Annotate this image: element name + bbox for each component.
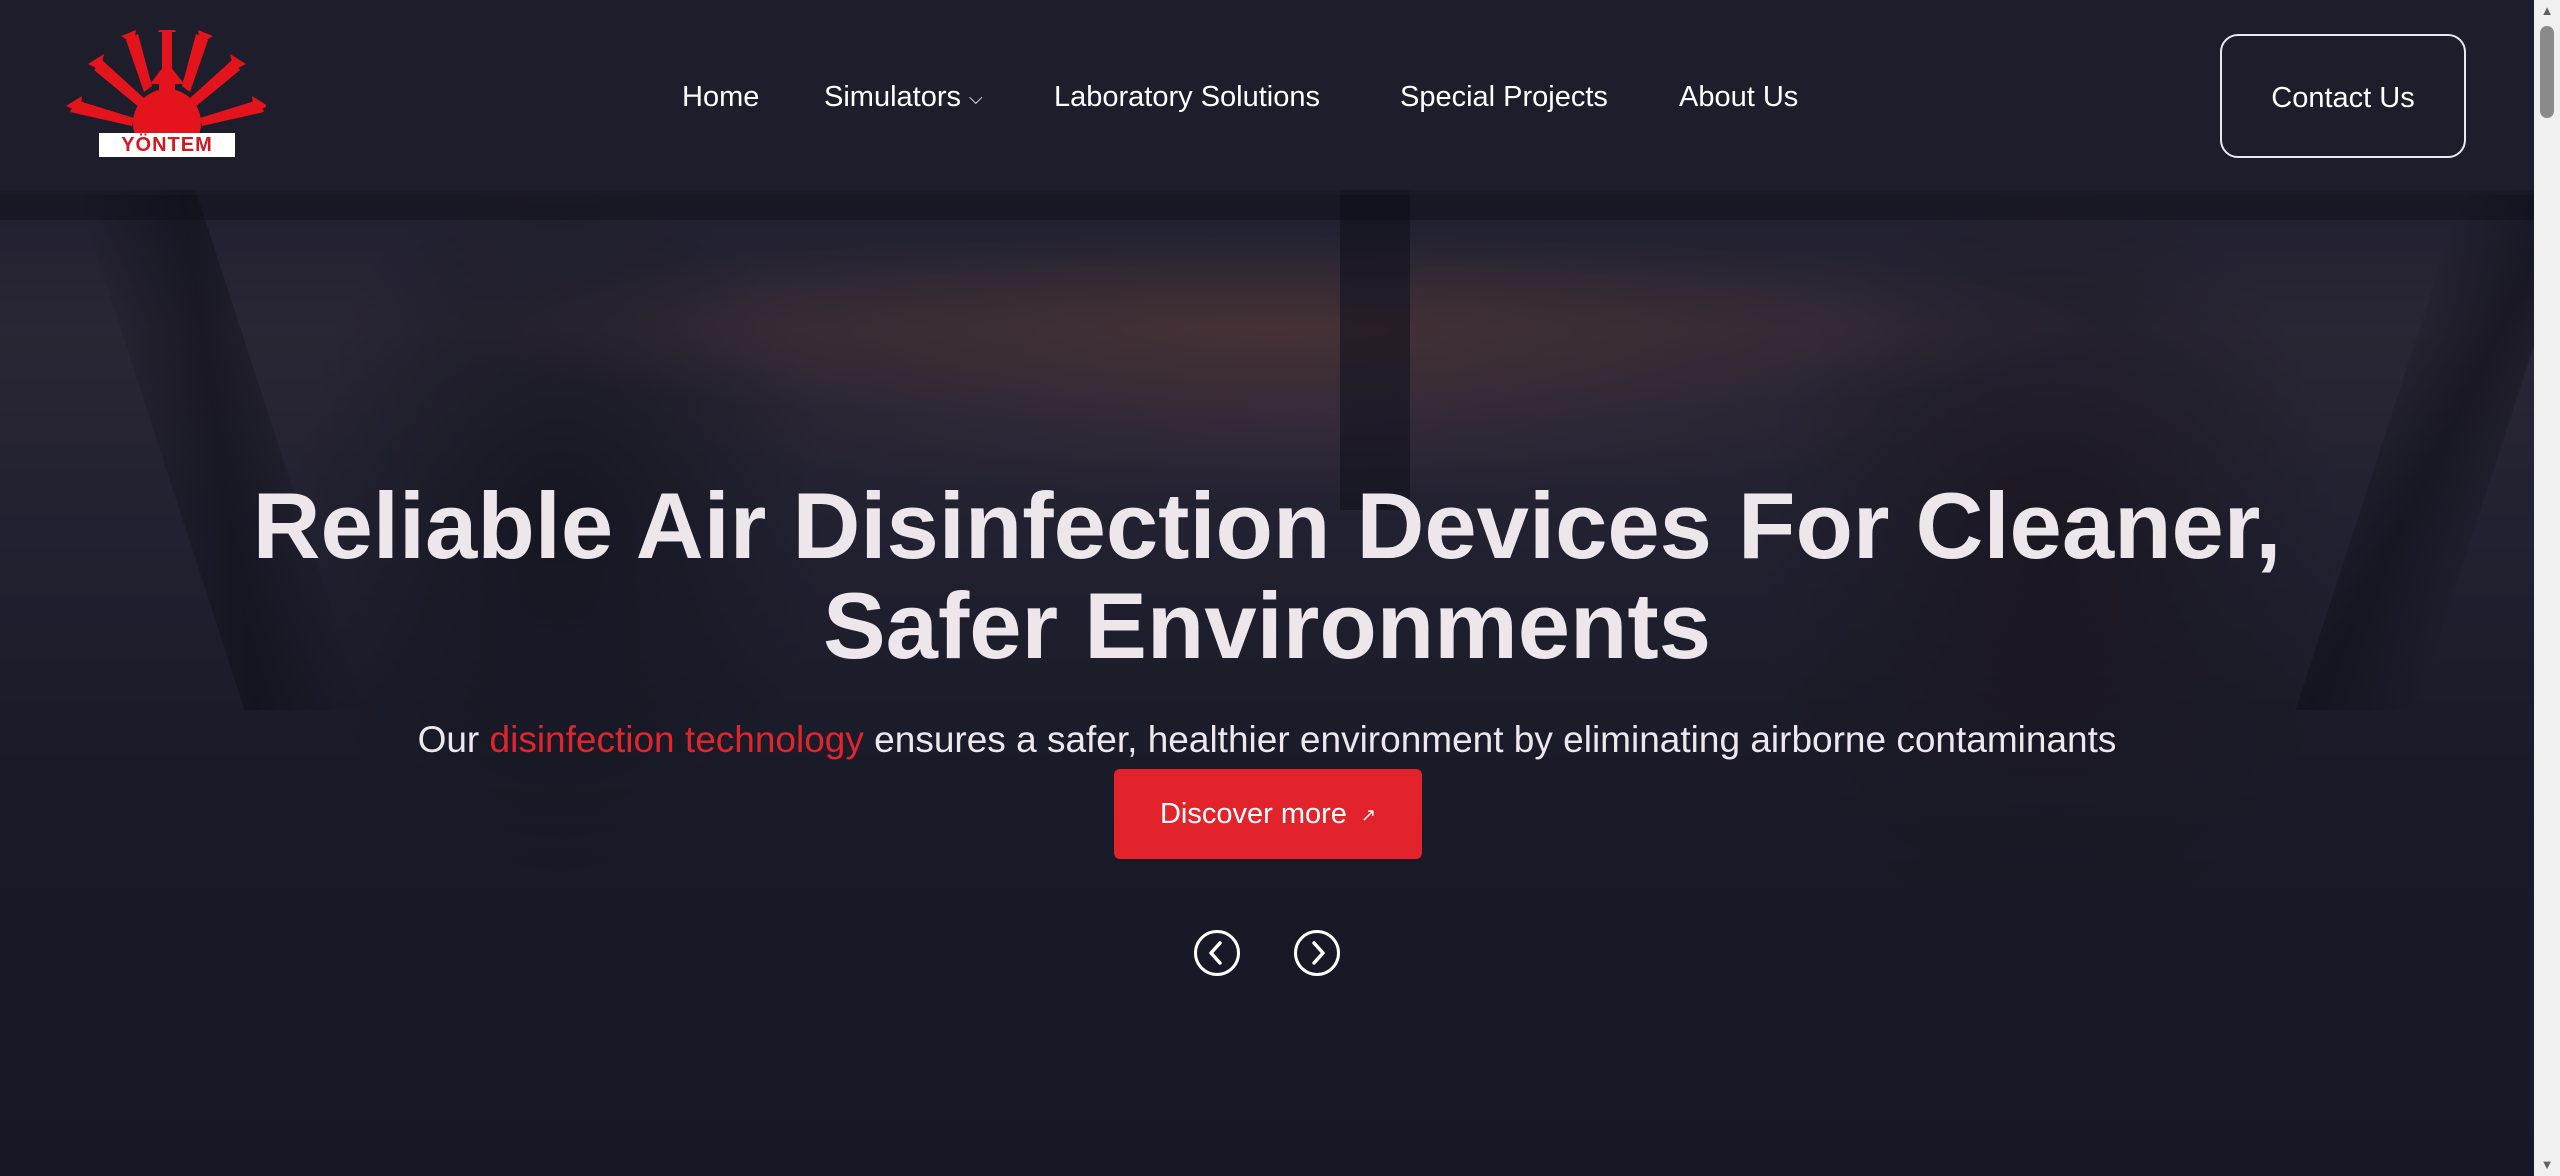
chevron-left-circle-icon	[1209, 941, 1222, 965]
discover-more-label: Discover more	[1159, 798, 1347, 830]
logo-wordmark: YÖNTEM	[99, 133, 235, 157]
scroll-up-arrow-icon[interactable]: ▲	[2534, 0, 2560, 22]
nav-item-home[interactable]: Home	[682, 72, 759, 122]
hero-title-line2: Safer Environments	[822, 573, 1712, 678]
slider-prev-button[interactable]	[1194, 930, 1240, 976]
hero-subtitle-pre: Our	[417, 719, 490, 760]
nav-item-simulators[interactable]: Simulators ⌵	[824, 72, 983, 122]
contact-us-button[interactable]: Contact Us	[2220, 34, 2466, 158]
hero-title-line1: Reliable Air Disinfection Devices For Cl…	[252, 473, 2282, 578]
hero-subtitle-highlight[interactable]: disinfection technology	[490, 719, 864, 760]
vertical-scrollbar[interactable]: ▲ ▼	[2534, 0, 2560, 1176]
hero-subtitle-post: ensures a safer, healthier environment b…	[863, 719, 2117, 760]
slider-next-button[interactable]	[1294, 930, 1340, 976]
chevron-right-circle-icon	[1312, 941, 1325, 965]
hero-subtitle: Our disinfection technology ensures a sa…	[150, 710, 2384, 770]
site-header: YÖNTEM Home Simulators ⌵ Laboratory Solut…	[0, 0, 2534, 195]
page-viewport: YÖNTEM Home Simulators ⌵ Laboratory Solut…	[0, 0, 2560, 1176]
scroll-down-arrow-icon[interactable]: ▼	[2534, 1154, 2560, 1176]
hero-title: Reliable Air Disinfection Devices For Cl…	[150, 476, 2384, 676]
arrow-up-right-icon: ↗	[1360, 805, 1377, 826]
nav-item-laboratory-solutions[interactable]: Laboratory Solutions	[1054, 72, 1320, 122]
chevron-down-icon: ⌵	[969, 88, 983, 109]
nav-item-special-projects[interactable]: Special Projects	[1400, 72, 1608, 122]
scrollbar-thumb[interactable]	[2540, 26, 2554, 118]
nav-item-simulators-label: Simulators	[824, 81, 961, 113]
discover-more-button[interactable]: Discover more ↗	[1114, 769, 1422, 859]
nav-item-about-us[interactable]: About Us	[1679, 72, 1798, 122]
